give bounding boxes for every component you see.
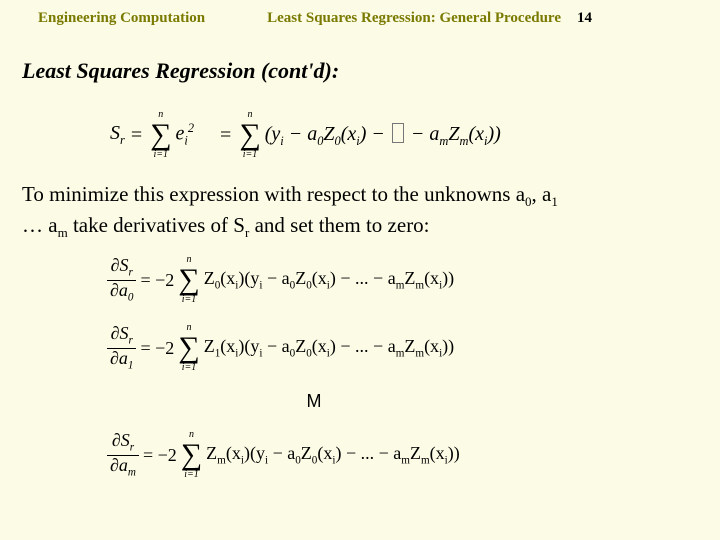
deriv-body: Zm(xi)(yi − a0Z0(xi) − ... − amZm(xi)): [206, 443, 460, 467]
deriv-body: Z1(xi)(yi − a0Z0(xi) − ... − amZm(xi)): [204, 336, 454, 360]
sigma-icon: n∑i=1: [181, 430, 202, 480]
slide-header: Engineering Computation Least Squares Re…: [38, 10, 690, 27]
partial-fraction: ∂Sr ∂a0: [107, 256, 136, 304]
header-page: 14: [577, 10, 592, 27]
partial-fraction: ∂Sr ∂a1: [107, 324, 136, 372]
deriv-row-am: ∂Sr ∂am = −2 n∑i=1 Zm(xi)(yi − a0Z0(xi) …: [105, 430, 525, 480]
eq-sign: =: [131, 125, 142, 145]
deriv-row-a0: ∂Sr ∂a0 = −2 n∑i=1 Z0(xi)(yi − a0Z0(xi) …: [105, 255, 525, 305]
equation-sr: Sr = n ∑ i=1 ei2 = n ∑ i=1 (yi − a0Z0(xi…: [110, 110, 501, 160]
slide: Engineering Computation Least Squares Re…: [0, 0, 720, 540]
deriv-row-a1: ∂Sr ∂a1 = −2 n∑i=1 Z1(xi)(yi − a0Z0(xi) …: [105, 323, 525, 373]
body-paragraph: To minimize this expression with respect…: [22, 180, 690, 242]
vertical-ellipsis-icon: M: [105, 391, 525, 412]
header-left: Engineering Computation: [38, 10, 205, 27]
sigma-icon: n ∑ i=1: [239, 110, 260, 160]
section-title: Least Squares Regression (cont'd):: [22, 58, 339, 84]
eq-sign: =: [220, 125, 231, 145]
partial-fraction: ∂Sr ∂am: [107, 431, 139, 479]
sr-ei2: ei2: [176, 122, 195, 147]
placeholder-icon: [392, 123, 404, 143]
sigma-icon: n ∑ i=1: [150, 110, 171, 160]
sigma-icon: n∑i=1: [178, 255, 199, 305]
sr-rhs: (yi − a0Z0(xi) − − amZm(xi)): [265, 123, 501, 147]
deriv-body: Z0(xi)(yi − a0Z0(xi) − ... − amZm(xi)): [204, 268, 454, 292]
sr-lhs: Sr: [110, 123, 125, 146]
header-mid: Least Squares Regression: General Proced…: [267, 10, 561, 27]
derivative-equations: ∂Sr ∂a0 = −2 n∑i=1 Z0(xi)(yi − a0Z0(xi) …: [105, 255, 525, 480]
sigma-icon: n∑i=1: [178, 323, 199, 373]
